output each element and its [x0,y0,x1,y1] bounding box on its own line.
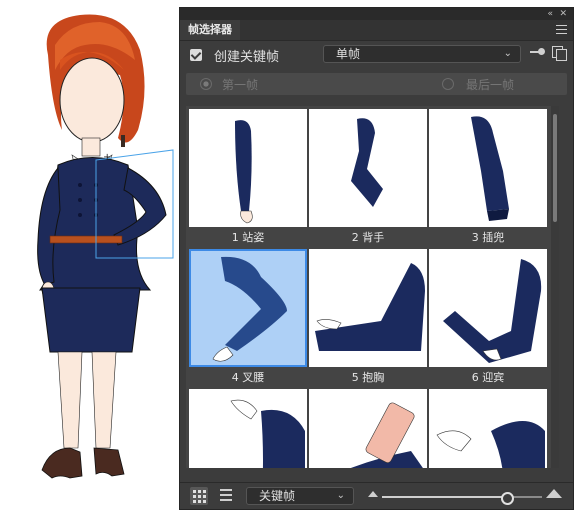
thumbnail-size-slider[interactable] [382,492,542,505]
frame-selector-panel: « ✕ 帧选择器 创建关键帧 单帧 ⌄ 第一帧 最后一帧 1 站姿 2 背手 3 插… [179,7,574,510]
frame-preview-image [429,249,547,367]
grid-view-icon[interactable] [190,487,208,505]
frame-label: 2 背手 [351,231,385,244]
list-view-icon[interactable] [220,489,232,504]
frame-thumbnail[interactable]: 2 背手 [309,109,427,249]
frame-thumbnail[interactable]: 5 抱胸 [309,249,427,389]
frame-thumbnail[interactable] [189,389,307,468]
frame-preview-image [429,389,547,468]
frame-label: 1 站姿 [231,231,265,244]
tab-frame-selector[interactable]: 帧选择器 [180,20,240,40]
frame-label: 4 叉腰 [231,371,265,384]
keyframe-row: 创建关键帧 单帧 ⌄ [180,41,573,69]
frame-filter-select[interactable]: 关键帧 ⌄ [246,487,354,505]
frame-thumbnail[interactable]: 3 插兜 [429,109,547,249]
frame-mode-value: 单帧 [336,47,361,61]
slider-fill [382,496,507,498]
frame-label: 6 迎宾 [471,371,505,384]
small-thumbnail-icon[interactable] [368,491,378,497]
frame-thumbnail[interactable] [309,389,427,468]
frame-preview-image [309,109,427,227]
frame-preview-image [189,389,307,468]
svg-text:+: + [103,152,111,163]
frame-preview-image [309,249,427,367]
frame-filter-value: 关键帧 [259,489,296,503]
close-icon[interactable]: ✕ [559,8,567,20]
frame-label: 3 插兜 [471,231,505,244]
frame-thumbnail[interactable]: 6 迎宾 [429,249,547,389]
chevron-down-icon: ⌄ [503,48,512,59]
frame-thumbnail[interactable] [429,389,547,468]
slider-knob[interactable] [500,492,514,505]
collapse-icon[interactable]: « [547,8,553,20]
frame-preview-image [189,249,307,367]
scrollbar-thumb[interactable] [553,114,557,222]
frame-thumbnail[interactable]: 1 站姿 [189,109,307,249]
frame-thumbnail-grid: 1 站姿 2 背手 3 插兜 4 叉腰 5 抱胸 6 迎宾 [186,106,559,468]
frame-preview-image [189,109,307,227]
pin-link-icon[interactable] [530,48,545,55]
panel-topbar: « ✕ [180,8,573,20]
last-frame-label: 最后一帧 [466,78,515,92]
duplicate-icon[interactable] [552,46,567,61]
frame-thumbnail[interactable]: 4 叉腰 [189,249,307,389]
last-frame-radio[interactable] [442,78,454,90]
create-keyframe-checkbox[interactable] [190,49,202,61]
first-frame-label: 第一帧 [222,78,259,92]
tab-row: 帧选择器 [180,20,573,41]
frame-preview-image [309,389,427,468]
frame-label: 5 抱胸 [351,371,385,384]
scrollbar[interactable] [551,106,559,468]
frame-preview-image [429,109,547,227]
character-illustration: + [37,14,174,479]
first-frame-radio[interactable] [200,78,212,90]
create-keyframe-label: 创建关键帧 [214,50,280,65]
panel-menu-icon[interactable] [556,25,567,37]
chevron-down-icon: ⌄ [336,490,345,501]
frame-range-row: 第一帧 最后一帧 [186,73,567,95]
frame-mode-select[interactable]: 单帧 ⌄ [323,45,521,63]
panel-footer: 关键帧 ⌄ [180,482,573,509]
large-thumbnail-icon[interactable] [546,489,562,498]
